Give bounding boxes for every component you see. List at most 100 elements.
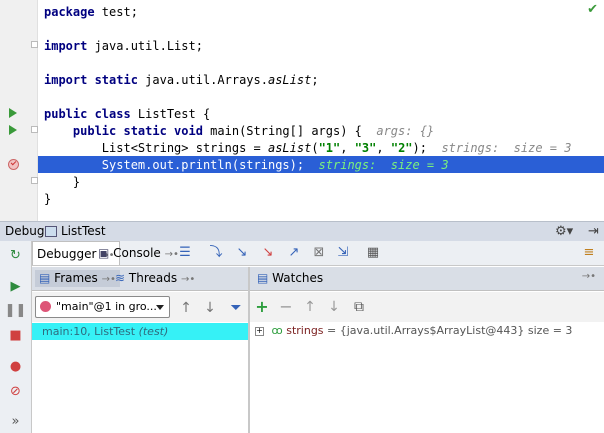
editor-gutter[interactable] <box>0 0 38 221</box>
pin-icon: →• <box>180 274 196 285</box>
arrow-down-icon[interactable]: ↓ <box>202 300 218 316</box>
arrow-up-icon[interactable]: ↑ <box>178 300 194 316</box>
debug-session-tab[interactable]: ListTest <box>43 223 110 240</box>
tab-console-label: Console <box>113 246 161 260</box>
code-line[interactable]: List<String> strings = asList("1", "3", … <box>44 140 572 157</box>
chevron-down-icon <box>156 305 164 310</box>
code-token: public class <box>44 107 131 121</box>
fold-icon[interactable] <box>31 126 38 133</box>
code-token: List<String> strings = <box>44 141 268 155</box>
hide-icon[interactable]: ⇥ <box>588 224 599 239</box>
debug-left-toolbar: ↻ ▶ ❚❚ ■ ● ⊘ » <box>0 241 32 433</box>
mute-breakpoints-icon[interactable]: ⊘ <box>7 383 24 400</box>
code-token: ; <box>311 73 319 87</box>
step-over-icon[interactable]: ⤵ <box>208 246 224 260</box>
code-token: "1" <box>318 141 341 155</box>
arrow-up-icon[interactable]: ↑ <box>302 299 318 315</box>
code-token: asList <box>267 73 312 87</box>
code-token: import static <box>44 73 138 87</box>
run-main-icon[interactable] <box>9 125 17 135</box>
watches-list: + ꝏ strings = {java.util.Arrays$ArrayLis… <box>250 322 604 433</box>
fold-icon[interactable] <box>31 177 38 184</box>
frames-list <box>32 340 248 433</box>
step-into-icon[interactable]: ↘ <box>234 246 250 260</box>
code-token: ); <box>412 141 442 155</box>
frames-toolbar: "main"@1 in gro... ↑ ↓ ⏷ <box>32 292 248 322</box>
code-line[interactable]: public class ListTest { <box>44 106 210 123</box>
code-line[interactable]: } <box>44 191 51 208</box>
code-line[interactable]: } <box>44 174 80 191</box>
drop-frame-icon[interactable]: ⊠ <box>311 246 327 260</box>
code-token: main(String[] args) { <box>202 124 377 138</box>
pin-icon[interactable]: →• <box>582 271 596 282</box>
tab-frames[interactable]: ▤ Frames →• <box>35 270 120 287</box>
resume-icon[interactable]: ▶ <box>7 278 24 295</box>
run-config-icon <box>45 226 57 237</box>
tab-watches-label: Watches <box>272 271 324 285</box>
frame-class-hint: (test) <box>138 325 169 338</box>
frame-location: main:10, ListTest <box>42 325 136 338</box>
step-out-icon[interactable]: ↗ <box>286 246 302 260</box>
code-token: import <box>44 39 88 53</box>
tab-debugger-label: Debugger <box>37 247 97 261</box>
tab-watches[interactable]: ▤ Watches <box>253 270 327 287</box>
watch-icon: ꝏ <box>271 324 283 337</box>
show-execution-point-icon[interactable]: ☰ <box>177 246 193 260</box>
remove-icon[interactable]: − <box>278 299 294 315</box>
filter-icon[interactable]: ⏷ <box>228 300 244 316</box>
debugger-tabs-toolbar: Debugger →• ▣ Console →• ☰ ⤵ ↘ ↘ ↗ ⊠ ⇲ ▦… <box>32 241 604 266</box>
debug-tool-window-header: Debug ListTest ⚙▾ ⇥ <box>0 221 604 241</box>
pause-icon[interactable]: ❚❚ <box>5 302 27 319</box>
code-token: } <box>44 192 52 206</box>
code-line[interactable]: package test; <box>44 4 138 21</box>
arrow-down-icon[interactable]: ↓ <box>326 299 342 315</box>
thread-selector-value: "main"@1 in gro... <box>56 300 157 313</box>
watch-row[interactable]: + ꝏ strings = {java.util.Arrays$ArrayLis… <box>255 322 572 339</box>
evaluate-expression-icon[interactable]: ▦ <box>365 246 381 260</box>
rerun-icon[interactable]: ↻ <box>7 247 24 264</box>
thread-selector[interactable]: "main"@1 in gro... <box>35 296 170 318</box>
code-line[interactable]: public static void main(String[] args) {… <box>44 123 434 140</box>
code-token: System.out.println(strings); <box>44 158 319 172</box>
tab-threads[interactable]: ≋ Threads →• <box>111 270 199 287</box>
add-icon[interactable]: + <box>254 299 270 315</box>
code-line[interactable]: System.out.println(strings); strings: si… <box>44 157 449 174</box>
watches-header: ▤ Watches →• <box>250 267 604 291</box>
more-icon[interactable]: » <box>7 413 24 430</box>
watches-toolbar: + − ↑ ↓ ⧉ <box>250 292 604 322</box>
code-line[interactable]: import static java.util.Arrays.asList; <box>44 72 319 89</box>
code-token: package <box>44 5 95 19</box>
code-line[interactable]: import java.util.List; <box>44 38 203 55</box>
layout-settings-icon[interactable]: ≡ <box>581 246 597 260</box>
tab-console[interactable]: ▣ Console →• <box>94 241 183 265</box>
force-step-into-icon[interactable]: ↘ <box>260 246 276 260</box>
code-token: , <box>376 141 391 155</box>
code-token: strings: size = 3 <box>441 141 572 155</box>
code-token: java.util.List; <box>87 39 203 53</box>
watch-value: = {java.util.Arrays$ArrayList@443} size … <box>327 324 573 337</box>
code-token: java.util.Arrays. <box>137 73 268 87</box>
view-breakpoints-icon[interactable]: ● <box>7 358 24 375</box>
breakpoint-icon[interactable] <box>8 159 19 170</box>
inspection-ok-icon: ✔ <box>587 2 598 17</box>
gear-icon[interactable]: ⚙▾ <box>555 224 573 239</box>
run-to-cursor-icon[interactable]: ⇲ <box>335 246 351 260</box>
code-token: ListTest { <box>130 107 211 121</box>
code-editor[interactable]: ✔ package test; import java.util.List; i… <box>0 0 604 221</box>
code-token: "3" <box>354 141 377 155</box>
code-token: test; <box>94 5 138 19</box>
code-token: public static void <box>72 124 203 138</box>
code-token: asList <box>267 141 312 155</box>
frames-header: ▤ Frames →• ≋ Threads →• <box>32 267 248 291</box>
run-class-icon[interactable] <box>9 108 17 118</box>
threads-icon: ≋ <box>115 271 126 285</box>
copy-icon[interactable]: ⧉ <box>351 299 367 315</box>
frame-row[interactable]: main:10, ListTest (test) <box>32 323 248 340</box>
watch-name: strings <box>286 324 324 337</box>
fold-icon[interactable] <box>31 41 38 48</box>
expand-icon[interactable]: + <box>255 326 264 336</box>
stop-icon[interactable]: ■ <box>7 327 24 344</box>
frames-icon: ▤ <box>39 271 51 285</box>
tab-threads-label: Threads <box>128 271 178 285</box>
